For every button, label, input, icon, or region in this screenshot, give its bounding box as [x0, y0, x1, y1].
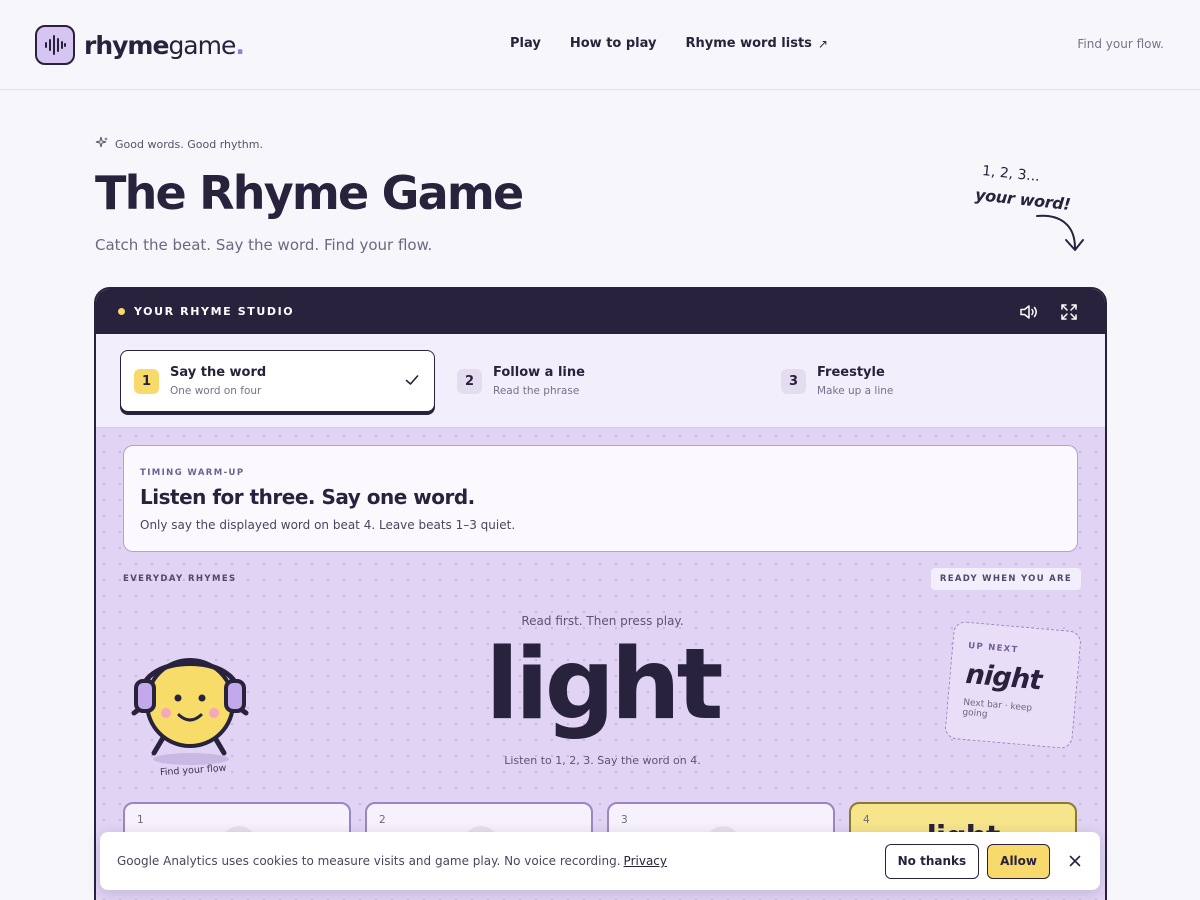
sparkle-icon	[95, 136, 108, 152]
step-subtitle: One word on four	[170, 385, 262, 397]
listen-hint: Listen to 1, 2, 3. Say the word on 4.	[504, 754, 701, 767]
warmup-text: Only say the displayed word on beat 4. L…	[140, 518, 516, 532]
allow-button[interactable]: Allow	[987, 843, 1050, 879]
hero-scribble: 1, 2, 3... your word!	[974, 163, 1095, 259]
site-header: rhymegame. Play How to play Rhyme word l…	[0, 0, 1200, 90]
waveform-icon	[35, 25, 75, 65]
warmup-card: TIMING WARM-UP Listen for three. Say one…	[123, 445, 1078, 552]
status-badge: READY WHEN YOU ARE	[930, 568, 1081, 590]
studio-tools	[1019, 302, 1079, 322]
checkmark-icon	[405, 375, 419, 385]
fullscreen-button[interactable]	[1059, 302, 1079, 322]
step-title: Follow a line	[493, 365, 585, 380]
external-link-icon: ↗	[817, 36, 828, 51]
beat-number: 1	[137, 814, 144, 826]
volume-button[interactable]	[1019, 302, 1039, 322]
cookie-actions: No thanks Allow	[884, 843, 1086, 879]
privacy-link[interactable]: Privacy	[624, 854, 667, 868]
up-next-word: night	[964, 658, 1043, 697]
step-follow-a-line[interactable]: 2 Follow a line Read the phrase	[457, 350, 585, 412]
step-say-the-word[interactable]: 1 Say the word One word on four	[120, 350, 435, 412]
main-nav: Play How to play Rhyme word lists ↗	[510, 36, 828, 51]
beat-number: 3	[621, 814, 628, 826]
nav-play[interactable]: Play	[510, 36, 541, 51]
step-subtitle: Make up a line	[817, 385, 894, 397]
status-dot	[118, 308, 125, 315]
step-title: Freestyle	[817, 365, 885, 380]
fullscreen-icon	[1061, 303, 1077, 320]
scribble-count: 1, 2, 3...	[981, 163, 1041, 185]
beat-number: 2	[379, 814, 386, 826]
step-number: 2	[457, 368, 482, 394]
game-stage: TIMING WARM-UP Listen for three. Say one…	[96, 428, 1105, 900]
volume-icon	[1020, 304, 1037, 319]
up-next-card: UP NEXT night Next bar · keep going	[944, 620, 1082, 750]
step-number: 3	[781, 368, 806, 394]
step-subtitle: Read the phrase	[493, 385, 580, 397]
rhyme-studio: YOUR RHYME STUDIO 1 Say the word One wor…	[94, 287, 1107, 900]
cookie-banner: Google Analytics uses cookies to measure…	[100, 832, 1100, 890]
up-next-kicker: UP NEXT	[967, 640, 1019, 656]
close-button[interactable]	[1064, 850, 1086, 872]
logo-wordmark: rhymegame.	[84, 30, 245, 60]
warmup-heading: Listen for three. Say one word.	[140, 485, 475, 509]
nav-rhyme-word-lists[interactable]: Rhyme word lists ↗	[685, 36, 827, 51]
step-number: 1	[134, 368, 159, 394]
logo[interactable]: rhymegame.	[35, 25, 245, 65]
header-tagline: Find your flow.	[1077, 37, 1164, 51]
step-tabs: 1 Say the word One word on four 2 Follow…	[96, 334, 1105, 428]
up-next-sub: Next bar · keep going	[961, 697, 1033, 720]
studio-toolbar: YOUR RHYME STUDIO	[96, 289, 1105, 334]
warmup-kicker: TIMING WARM-UP	[140, 468, 245, 478]
step-title: Say the word	[170, 365, 267, 380]
curved-arrow-icon	[1036, 214, 1084, 251]
hero-subtitle: Catch the beat. Say the word. Find your …	[95, 236, 433, 254]
hero-eyebrow-text: Good words. Good rhythm.	[115, 137, 263, 151]
step-freestyle[interactable]: 3 Freestyle Make up a line	[781, 350, 893, 412]
no-thanks-button[interactable]: No thanks	[884, 843, 980, 879]
hero-eyebrow: Good words. Good rhythm.	[95, 136, 263, 152]
close-icon	[1069, 855, 1081, 867]
section-label: EVERYDAY RHYMES	[123, 574, 237, 584]
nav-how-to-play[interactable]: How to play	[570, 36, 657, 51]
nav-rhyme-word-lists-label: Rhyme word lists	[685, 36, 812, 51]
cookie-message: Google Analytics uses cookies to measure…	[117, 854, 621, 868]
studio-label: YOUR RHYME STUDIO	[134, 305, 295, 318]
page-title: The Rhyme Game	[95, 166, 524, 220]
